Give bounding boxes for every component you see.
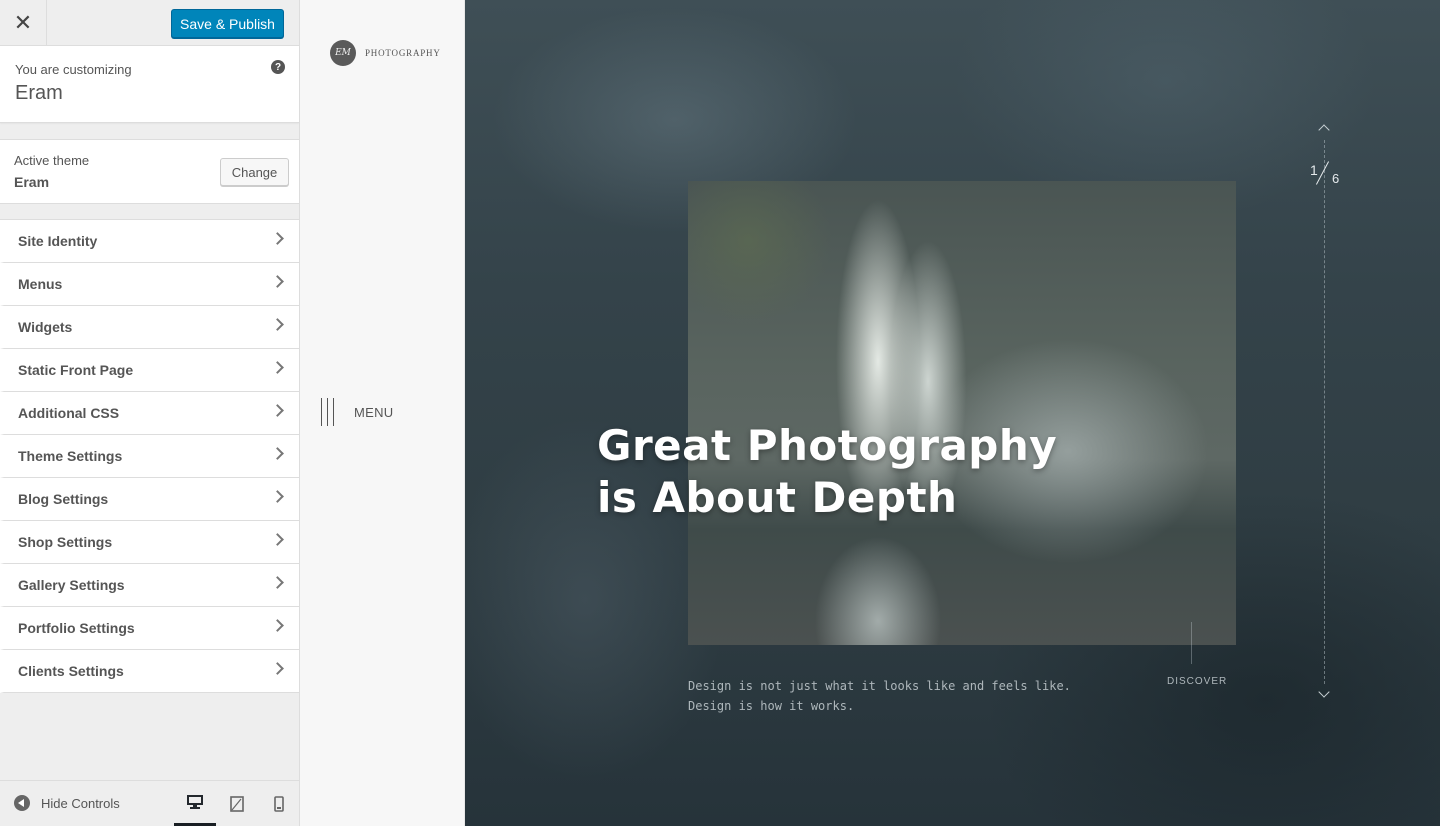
site-preview: EM PHOTOGRAPHY MENU Great Photography is… xyxy=(300,0,1440,826)
panel-label: Menus xyxy=(18,276,63,292)
close-customizer-button[interactable]: ✕ xyxy=(0,0,47,46)
chevron-right-icon xyxy=(271,619,284,632)
hero-title-line1: Great Photography xyxy=(597,421,1058,470)
desktop-icon xyxy=(187,795,203,809)
logo-mark: EM xyxy=(330,40,356,66)
panel-label: Additional CSS xyxy=(18,405,120,421)
chevron-up-icon[interactable] xyxy=(1318,124,1330,136)
chevron-right-icon xyxy=(271,404,284,417)
panel-label: Clients Settings xyxy=(18,663,124,679)
chevron-right-icon xyxy=(271,232,284,245)
help-icon[interactable]: ? xyxy=(271,60,285,74)
chevron-right-icon xyxy=(271,318,284,331)
tablet-icon xyxy=(230,796,244,812)
panel-site-identity[interactable]: Site Identity xyxy=(0,220,299,263)
chevron-right-icon xyxy=(271,275,284,288)
active-theme-section: Active theme Eram Change xyxy=(0,139,299,204)
hero-desc-line1: Design is not just what it looks like an… xyxy=(688,679,1071,693)
panel-theme-settings[interactable]: Theme Settings xyxy=(0,435,299,478)
hide-controls-label: Hide Controls xyxy=(41,795,120,811)
mobile-icon xyxy=(274,796,284,812)
pager-track xyxy=(1324,140,1325,684)
hero-desc-line2: Design is how it works. xyxy=(688,699,855,713)
panel-blog-settings[interactable]: Blog Settings xyxy=(0,478,299,521)
panel-label: Blog Settings xyxy=(18,491,109,507)
site-logo[interactable]: EM PHOTOGRAPHY xyxy=(330,40,441,66)
menu-toggle-button[interactable]: MENU xyxy=(321,398,393,426)
menu-bars-icon xyxy=(321,398,334,426)
chevron-right-icon xyxy=(271,490,284,503)
slide-total: 6 xyxy=(1332,171,1340,186)
chevron-right-icon xyxy=(271,533,284,546)
customizing-label: You are customizing xyxy=(15,62,132,77)
panel-clients-settings[interactable]: Clients Settings xyxy=(0,650,299,693)
panel-label: Site Identity xyxy=(18,233,98,249)
logo-text: PHOTOGRAPHY xyxy=(365,48,441,58)
discover-link[interactable]: DISCOVER xyxy=(1167,676,1227,687)
customizer-header: ✕ Save & Publish xyxy=(0,0,299,46)
hero-slider: Great Photography is About Depth Design … xyxy=(465,0,1440,826)
site-side-nav: EM PHOTOGRAPHY MENU xyxy=(300,0,465,826)
slide-counter: 1 6 xyxy=(1306,160,1346,190)
collapse-arrow-icon xyxy=(14,795,30,811)
customizing-site-title: Eram xyxy=(15,82,63,104)
tablet-preview-button[interactable] xyxy=(216,781,258,826)
panel-label: Shop Settings xyxy=(18,534,113,550)
panel-label: Theme Settings xyxy=(18,448,123,464)
slide-current: 1 xyxy=(1310,162,1318,178)
menu-label: MENU xyxy=(354,404,394,420)
panel-additional-css[interactable]: Additional CSS xyxy=(0,392,299,435)
panel-static-front-page[interactable]: Static Front Page xyxy=(0,349,299,392)
waterfall-photo xyxy=(688,181,1236,645)
panel-label: Widgets xyxy=(18,319,73,335)
panel-shop-settings[interactable]: Shop Settings xyxy=(0,521,299,564)
hero-title-line2: is About Depth xyxy=(597,473,958,522)
desktop-preview-button[interactable] xyxy=(174,781,216,826)
panel-widgets[interactable]: Widgets xyxy=(0,306,299,349)
change-theme-button[interactable]: Change xyxy=(220,158,289,186)
panel-gallery-settings[interactable]: Gallery Settings xyxy=(0,564,299,607)
mobile-preview-button[interactable] xyxy=(258,781,300,826)
customizer-footer: Hide Controls xyxy=(0,780,299,826)
panel-label: Portfolio Settings xyxy=(18,620,135,636)
chevron-right-icon xyxy=(271,662,284,675)
chevron-right-icon xyxy=(271,576,284,589)
chevron-right-icon xyxy=(271,361,284,374)
discover-divider xyxy=(1191,622,1192,664)
panel-label: Static Front Page xyxy=(18,362,134,378)
chevron-down-icon[interactable] xyxy=(1318,686,1330,698)
hide-controls-button[interactable]: Hide Controls xyxy=(14,795,120,811)
panel-menus[interactable]: Menus xyxy=(0,263,299,306)
panel-portfolio-settings[interactable]: Portfolio Settings xyxy=(0,607,299,650)
customizer-info: You are customizing Eram ? xyxy=(0,46,299,123)
panel-label: Gallery Settings xyxy=(18,577,125,593)
save-publish-button[interactable]: Save & Publish xyxy=(171,9,284,38)
chevron-right-icon xyxy=(271,447,284,460)
customizer-panel-list: Site Identity Menus Widgets Static Front… xyxy=(0,219,299,693)
hero-description: Design is not just what it looks like an… xyxy=(688,676,1071,716)
customizer-sidebar: ✕ Save & Publish You are customizing Era… xyxy=(0,0,300,826)
hero-title: Great Photography is About Depth xyxy=(597,420,1057,524)
